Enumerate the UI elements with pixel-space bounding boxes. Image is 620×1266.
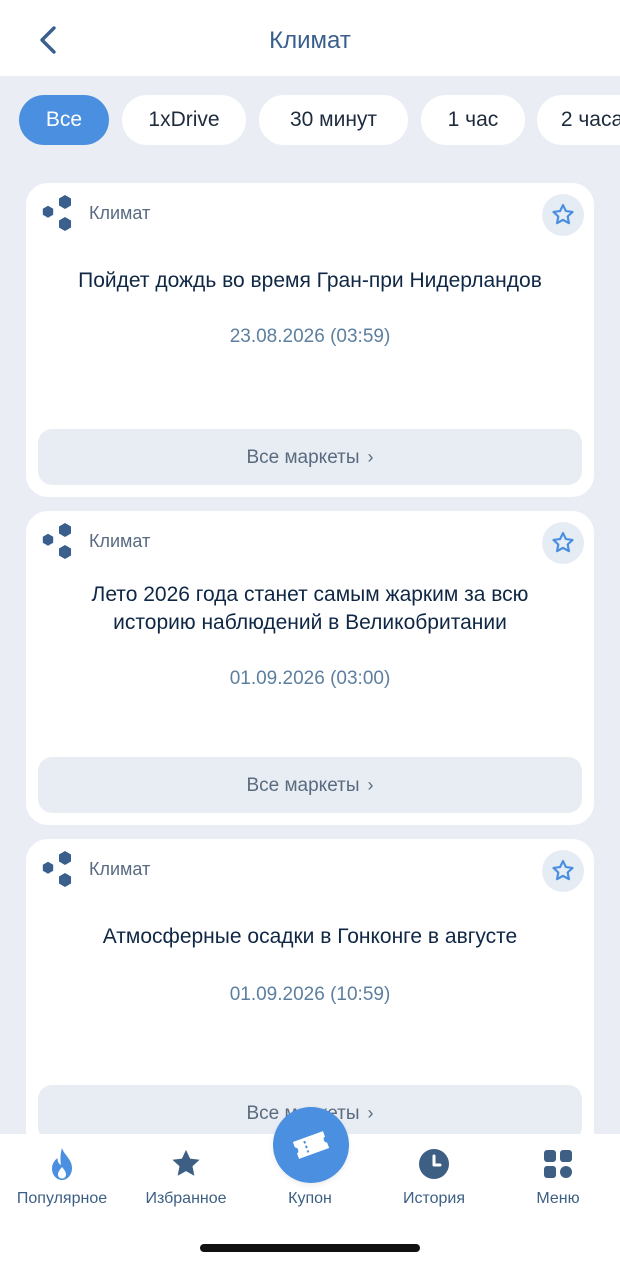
page-title: Климат [269,27,351,54]
favorite-button[interactable] [542,850,584,892]
star-outline-icon [552,859,574,881]
event-title-line: Пойдет дождь во время Гран-при Нидерланд… [78,269,542,292]
hexagons-icon [42,851,71,887]
event-date: 01.09.2026 (10:59) [229,984,391,1005]
favorite-button[interactable] [542,194,584,236]
tab-label: Купон [288,1190,332,1207]
coupon-button[interactable] [273,1107,349,1183]
chevron-right-icon: › [367,1103,374,1123]
tab-label: Избранное [145,1190,227,1207]
all-markets-label: Все маркеты [246,775,360,796]
home-indicator [200,1244,420,1252]
all-markets-button[interactable]: Все маркеты › [38,429,582,485]
event-card[interactable]: Климат Атмосферные осадки в Гонконге в а… [26,839,594,1153]
tab-history[interactable]: История [372,1134,496,1234]
tab-label: Популярное [16,1190,108,1207]
category-label: Климат [89,203,151,223]
event-title-line: Атмосферные осадки в Гонконге в августе [102,925,518,948]
event-title: Пойдет дождь во время Гран-при Нидерланд… [46,267,574,295]
filter-chip-1-hour[interactable]: 1 час [421,95,525,145]
tab-popular[interactable]: Популярное [0,1134,124,1234]
top-bar: Климат [0,0,620,76]
event-title-line: Лето 2026 года станет самым жарким за вс… [91,583,529,606]
category-label: Климат [89,859,151,879]
category-label: Климат [89,531,151,551]
chevron-right-icon: › [367,775,374,795]
filter-chips: Все 1xDrive 30 минут 1 час 2 часа [0,76,620,172]
event-date: 01.09.2026 (03:00) [229,668,391,689]
star-outline-icon [552,203,574,225]
filter-chip-2-hours[interactable]: 2 часа [537,95,620,145]
favorite-button[interactable] [542,522,584,564]
event-date: 23.08.2026 (03:59) [229,326,391,347]
event-title: Лето 2026 года станет самым жарким за вс… [46,581,574,637]
event-card[interactable]: Климат Пойдет дождь во время Гран-при Ни… [26,183,594,497]
clock-icon [416,1146,452,1182]
star-outline-icon [552,531,574,553]
hexagons-icon [42,523,71,559]
event-card[interactable]: Климат Лето 2026 года станет самым жарки… [26,511,594,825]
filter-chip-all[interactable]: Все [19,95,109,145]
ticket-icon [292,1131,330,1159]
event-title: Атмосферные осадки в Гонконге в августе [46,923,574,951]
tab-favorites[interactable]: Избранное [124,1134,248,1234]
all-markets-label: Все маркеты [246,447,360,468]
tab-label: Меню [536,1190,580,1207]
flame-icon [44,1146,80,1182]
tab-label: История [402,1190,466,1207]
chevron-right-icon: › [367,447,374,467]
star-icon [168,1146,204,1182]
filter-chip-30-minutes[interactable]: 30 минут [259,95,408,145]
grid-icon [540,1146,576,1182]
filter-chip-1xdrive[interactable]: 1xDrive [122,95,246,145]
event-title-line: историю наблюдений в Великобритании [113,611,507,634]
all-markets-button[interactable]: Все маркеты › [38,757,582,813]
tab-menu[interactable]: Меню [496,1134,620,1234]
hexagons-icon [42,195,71,231]
